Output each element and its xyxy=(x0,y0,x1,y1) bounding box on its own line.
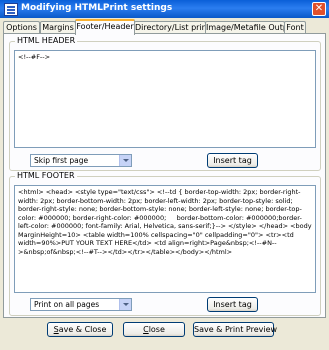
window-title: Modifying HTMLPrint settings xyxy=(21,3,173,13)
app-icon xyxy=(4,3,18,16)
save-close-label: ave & Close xyxy=(58,325,107,334)
header-insert-tag-button[interactable]: Insert tag xyxy=(207,153,258,168)
html-header-textarea[interactable]: <!--#F--> xyxy=(14,50,316,148)
html-header-title: HTML HEADER xyxy=(15,36,78,46)
header-page-option-value: Skip first page xyxy=(34,156,89,165)
save-print-preview-button[interactable]: Save & Print Preview xyxy=(193,322,277,337)
html-header-group: HTML HEADER <!--#F--> Skip first page In… xyxy=(9,36,321,171)
close-window-button[interactable]: ✕ xyxy=(312,2,326,16)
title-bar: Modifying HTMLPrint settings ✕ xyxy=(0,0,329,18)
html-footer-title: HTML FOOTER xyxy=(15,171,77,181)
chevron-down-icon[interactable] xyxy=(119,155,131,166)
footer-page-option-select[interactable]: Print on all pages xyxy=(30,298,132,311)
tab-footer-header[interactable]: Footer/Header xyxy=(75,19,135,35)
footer-page-option-value: Print on all pages xyxy=(34,300,100,309)
save-close-button[interactable]: Save & Close xyxy=(47,322,113,337)
header-page-option-select[interactable]: Skip first page xyxy=(30,154,132,167)
html-footer-textarea[interactable]: <html> <head> <style type="text/css"> <!… xyxy=(14,185,316,293)
close-label: lose xyxy=(148,325,165,334)
footer-header-panel: HTML HEADER <!--#F--> Skip first page In… xyxy=(3,33,326,318)
chevron-down-icon[interactable] xyxy=(119,299,131,310)
footer-insert-tag-button[interactable]: Insert tag xyxy=(207,297,258,312)
close-button[interactable]: Close xyxy=(123,322,185,337)
tab-strip: Options Margins Footer/Header Directory/… xyxy=(3,19,326,35)
html-footer-group: HTML FOOTER <html> <head> <style type="t… xyxy=(9,171,321,316)
